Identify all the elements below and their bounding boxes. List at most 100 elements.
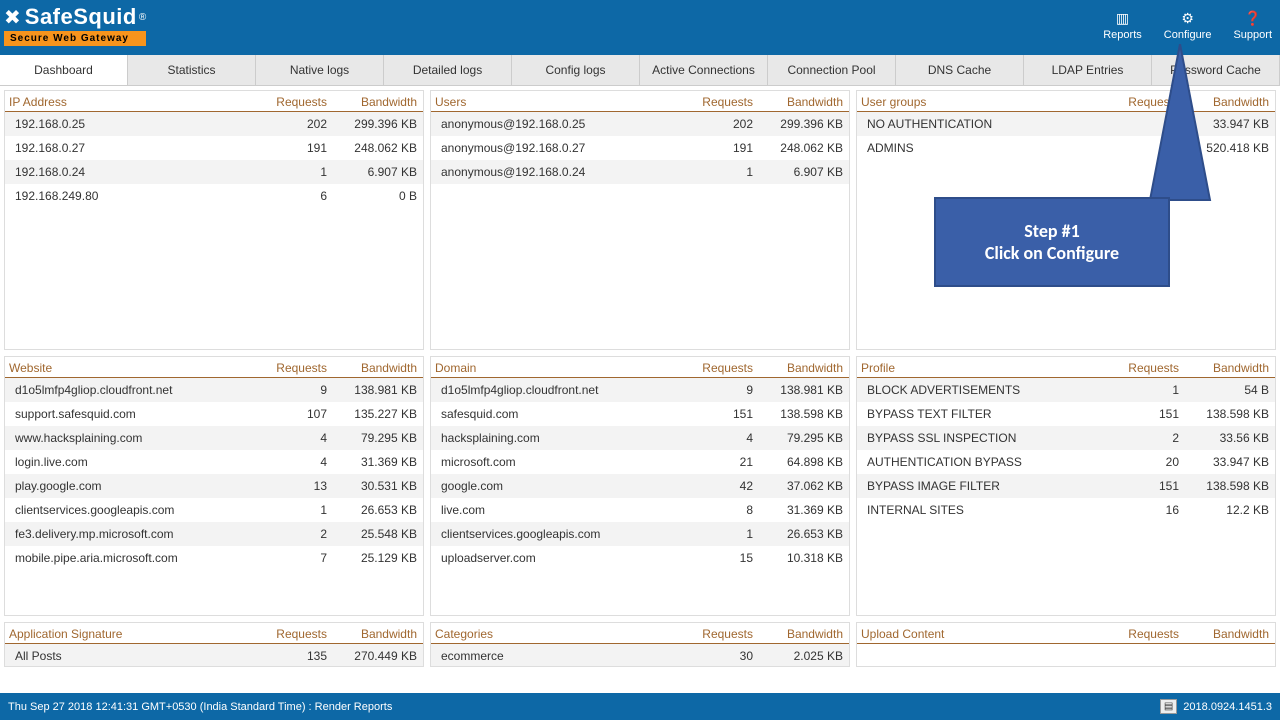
row-bandwidth: 2.025 KB xyxy=(753,649,843,663)
table-row[interactable]: 192.168.249.8060 B xyxy=(5,184,423,208)
reports-button[interactable]: ▥ Reports xyxy=(1103,10,1142,41)
panel-categories: CategoriesRequestsBandwidthecommerce302.… xyxy=(430,622,850,667)
row-name: NO AUTHENTICATION xyxy=(867,117,1109,131)
gears-icon: ⚙ xyxy=(1181,10,1194,27)
row-bandwidth: 248.062 KB xyxy=(753,141,843,155)
row-bandwidth: 33.947 KB xyxy=(1179,455,1269,469)
row-requests: 135 xyxy=(257,649,327,663)
col-bandwidth: Bandwidth xyxy=(327,627,417,641)
header-actions: ▥ Reports ⚙ Configure ❓ Support xyxy=(1103,4,1272,41)
table-row[interactable]: live.com831.369 KB xyxy=(431,498,849,522)
tab-ldap-entries[interactable]: LDAP Entries xyxy=(1024,55,1152,85)
tab-dns-cache[interactable]: DNS Cache xyxy=(896,55,1024,85)
panel-header: Upload ContentRequestsBandwidth xyxy=(857,623,1275,644)
configure-button[interactable]: ⚙ Configure xyxy=(1164,10,1212,41)
help-icon: ❓ xyxy=(1244,10,1261,27)
panel-header: IP AddressRequestsBandwidth xyxy=(5,91,423,112)
panel-domain: DomainRequestsBandwidthd1o5lmfp4gliop.cl… xyxy=(430,356,850,616)
table-row[interactable]: hacksplaining.com479.295 KB xyxy=(431,426,849,450)
table-row[interactable]: BLOCK ADVERTISEMENTS154 B xyxy=(857,378,1275,402)
table-row[interactable]: 192.168.0.2416.907 KB xyxy=(5,160,423,184)
row-bandwidth: 64.898 KB xyxy=(753,455,843,469)
tab-native-logs[interactable]: Native logs xyxy=(256,55,384,85)
col-bandwidth: Bandwidth xyxy=(1179,361,1269,375)
table-row[interactable]: 192.168.0.27191248.062 KB xyxy=(5,136,423,160)
table-row[interactable]: INTERNAL SITES1612.2 KB xyxy=(857,498,1275,522)
col-name: Website xyxy=(9,361,257,375)
tab-connection-pool[interactable]: Connection Pool xyxy=(768,55,896,85)
row-name: clientservices.googleapis.com xyxy=(441,527,683,541)
table-row[interactable]: mobile.pipe.aria.microsoft.com725.129 KB xyxy=(5,546,423,570)
row-requests: 1 xyxy=(683,527,753,541)
support-button[interactable]: ❓ Support xyxy=(1233,10,1272,41)
row-requests: 191 xyxy=(683,141,753,155)
row-bandwidth: 520.418 KB xyxy=(1179,141,1269,155)
col-name: Domain xyxy=(435,361,683,375)
row-name: google.com xyxy=(441,479,683,493)
table-row[interactable]: ecommerce302.025 KB xyxy=(431,644,849,666)
row-bandwidth: 33.56 KB xyxy=(1179,431,1269,445)
panel-website: WebsiteRequestsBandwidthd1o5lmfp4gliop.c… xyxy=(4,356,424,616)
table-row[interactable]: support.safesquid.com107135.227 KB xyxy=(5,402,423,426)
row-name: 192.168.249.80 xyxy=(15,189,257,203)
panel-users: UsersRequestsBandwidthanonymous@192.168.… xyxy=(430,90,850,350)
row-name: uploadserver.com xyxy=(441,551,683,565)
table-row[interactable]: play.google.com1330.531 KB xyxy=(5,474,423,498)
footer-status: Thu Sep 27 2018 12:41:31 GMT+0530 (India… xyxy=(8,701,392,713)
row-requests: 191 xyxy=(257,141,327,155)
row-name: AUTHENTICATION BYPASS xyxy=(867,455,1109,469)
table-row[interactable]: www.hacksplaining.com479.295 KB xyxy=(5,426,423,450)
table-row[interactable]: login.live.com431.369 KB xyxy=(5,450,423,474)
row-bandwidth: 33.947 KB xyxy=(1179,117,1269,131)
row-name: d1o5lmfp4gliop.cloudfront.net xyxy=(441,383,683,397)
table-row[interactable]: BYPASS SSL INSPECTION233.56 KB xyxy=(857,426,1275,450)
row-bandwidth: 6.907 KB xyxy=(753,165,843,179)
table-row[interactable]: clientservices.googleapis.com126.653 KB xyxy=(5,498,423,522)
table-row[interactable]: BYPASS IMAGE FILTER151138.598 KB xyxy=(857,474,1275,498)
table-row[interactable]: 192.168.0.25202299.396 KB xyxy=(5,112,423,136)
tab-active-connections[interactable]: Active Connections xyxy=(640,55,768,85)
table-row[interactable]: BYPASS TEXT FILTER151138.598 KB xyxy=(857,402,1275,426)
tab-config-logs[interactable]: Config logs xyxy=(512,55,640,85)
row-requests: 4 xyxy=(257,455,327,469)
row-name: ecommerce xyxy=(441,649,683,663)
row-requests xyxy=(1109,117,1179,131)
table-row[interactable]: d1o5lmfp4gliop.cloudfront.net9138.981 KB xyxy=(5,378,423,402)
table-row[interactable]: All Posts135270.449 KB xyxy=(5,644,423,666)
table-row[interactable]: AUTHENTICATION BYPASS2033.947 KB xyxy=(857,450,1275,474)
table-row[interactable]: uploadserver.com1510.318 KB xyxy=(431,546,849,570)
row-bandwidth: 37.062 KB xyxy=(753,479,843,493)
row-requests: 202 xyxy=(683,117,753,131)
tab-statistics[interactable]: Statistics xyxy=(128,55,256,85)
panel-body: d1o5lmfp4gliop.cloudfront.net9138.981 KB… xyxy=(431,378,849,615)
row-bandwidth: 25.129 KB xyxy=(327,551,417,565)
table-row[interactable]: microsoft.com2164.898 KB xyxy=(431,450,849,474)
row-requests: 15 xyxy=(683,551,753,565)
table-row[interactable]: clientservices.googleapis.com126.653 KB xyxy=(431,522,849,546)
table-row[interactable]: anonymous@192.168.0.2416.907 KB xyxy=(431,160,849,184)
table-row[interactable]: fe3.delivery.mp.microsoft.com225.548 KB xyxy=(5,522,423,546)
row-requests: 151 xyxy=(1109,407,1179,421)
table-row[interactable]: safesquid.com151138.598 KB xyxy=(431,402,849,426)
row-requests: 13 xyxy=(257,479,327,493)
row-name: hacksplaining.com xyxy=(441,431,683,445)
table-row[interactable]: NO AUTHENTICATION 33.947 KB xyxy=(857,112,1275,136)
row-requests: 8 xyxy=(683,503,753,517)
tab-detailed-logs[interactable]: Detailed logs xyxy=(384,55,512,85)
row-requests: 2 xyxy=(257,527,327,541)
row-name: microsoft.com xyxy=(441,455,683,469)
tab-password-cache[interactable]: Password Cache xyxy=(1152,55,1280,85)
table-row[interactable]: d1o5lmfp4gliop.cloudfront.net9138.981 KB xyxy=(431,378,849,402)
logo-reg: ® xyxy=(139,12,146,23)
panel-appsig: Application SignatureRequestsBandwidthAl… xyxy=(4,622,424,667)
table-row[interactable]: anonymous@192.168.0.27191248.062 KB xyxy=(431,136,849,160)
table-row[interactable]: ADMINS4520.418 KB xyxy=(857,136,1275,160)
tab-bar: DashboardStatisticsNative logsDetailed l… xyxy=(0,55,1280,86)
col-name: Application Signature xyxy=(9,627,257,641)
table-row[interactable]: google.com4237.062 KB xyxy=(431,474,849,498)
table-row[interactable]: anonymous@192.168.0.25202299.396 KB xyxy=(431,112,849,136)
document-icon[interactable]: ▤ xyxy=(1160,699,1177,714)
row-bandwidth: 79.295 KB xyxy=(327,431,417,445)
tab-dashboard[interactable]: Dashboard xyxy=(0,55,128,85)
panel-body: ecommerce302.025 KB xyxy=(431,644,849,666)
